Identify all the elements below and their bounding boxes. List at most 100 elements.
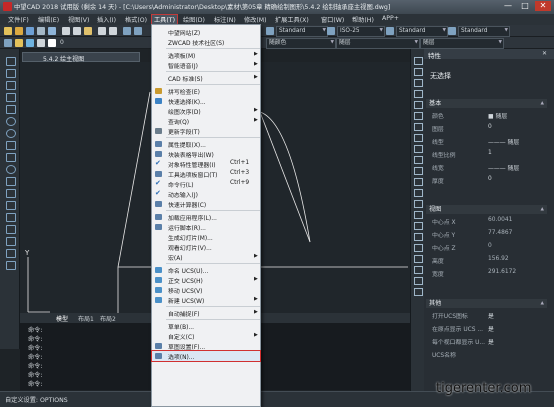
menu-modify[interactable]: 修改(M)	[244, 15, 267, 24]
section-basic[interactable]: 基本	[426, 99, 547, 108]
tools-menu-item[interactable]: 拼写检查(E)	[152, 86, 260, 96]
save-icon[interactable]	[26, 27, 34, 35]
hatch-tool-icon[interactable]	[6, 213, 16, 222]
rectangle-tool-icon[interactable]	[6, 105, 16, 114]
gradient-tool-icon[interactable]	[6, 225, 16, 234]
paste-icon[interactable]	[84, 27, 92, 35]
tools-menu-item[interactable]: 工具选项板窗口(T) Ctrl+3	[152, 169, 260, 179]
chamfer-tool-icon[interactable]	[414, 200, 423, 208]
fillet-tool-icon[interactable]	[414, 211, 423, 219]
tools-menu-item[interactable]: 快速选择(K)...	[152, 96, 260, 106]
minimize-button[interactable]: —	[500, 1, 516, 11]
tools-menu-item[interactable]: 查询(Q) ▶	[152, 116, 260, 126]
join-tool-icon[interactable]	[414, 189, 423, 197]
menu-window[interactable]: 窗口(W)	[321, 15, 344, 24]
insert-block-icon[interactable]	[6, 177, 16, 186]
close-button[interactable]: ✕	[535, 1, 551, 11]
menu-tools[interactable]: 工具(T)	[151, 14, 178, 25]
tools-menu-item[interactable]: 智能语音(J) ▶	[152, 60, 260, 70]
circle-tool-icon[interactable]	[6, 129, 16, 138]
leader-tool-icon[interactable]	[414, 288, 423, 296]
menu-insert[interactable]: 插入(I)	[97, 15, 116, 24]
tools-menu-item[interactable]: 中望网站(Z)	[152, 27, 260, 37]
lock-icon[interactable]	[37, 39, 45, 47]
tools-menu-item[interactable]: 快速计算器(C)	[152, 199, 260, 209]
extend-tool-icon[interactable]	[414, 167, 423, 175]
tab-layout1[interactable]: 布局1	[78, 314, 94, 323]
stretch-tool-icon[interactable]	[414, 145, 423, 153]
open-file-icon[interactable]	[15, 27, 23, 35]
tools-menu-item[interactable]: 草图设置(F)...	[152, 341, 260, 351]
tab-layout2[interactable]: 布局2	[100, 314, 116, 323]
tools-menu-item[interactable]: 选项(N)...	[151, 350, 261, 362]
rotate-tool-icon[interactable]	[414, 123, 423, 131]
undo-icon[interactable]	[98, 27, 106, 35]
lineweight-select[interactable]: 随层	[420, 38, 504, 49]
array-tool-icon[interactable]	[414, 101, 423, 109]
ellipse-tool-icon[interactable]	[6, 165, 16, 174]
tools-menu-item[interactable]: 运行脚本(R)...	[152, 222, 260, 232]
tools-menu-item[interactable]: 生成幻灯片(M)...	[152, 232, 260, 242]
menu-edit[interactable]: 编辑(E)	[38, 15, 59, 24]
tools-menu-item[interactable]: 选项板(M) ▶	[152, 50, 260, 60]
tools-menu-item[interactable]: 属性提取(X)...	[152, 139, 260, 149]
section-misc[interactable]: 其他	[426, 299, 547, 308]
tools-menu-item[interactable]: 块装表格导出(W)	[152, 149, 260, 159]
maximize-button[interactable]: □	[517, 1, 533, 11]
document-tab[interactable]: 5.4.2 绘主视图	[22, 52, 140, 63]
menu-view[interactable]: 视图(V)	[68, 15, 89, 24]
prop-value[interactable]: 0	[488, 124, 492, 130]
make-block-icon[interactable]	[6, 189, 16, 198]
tablestyle-select[interactable]: Standard	[396, 26, 448, 37]
tools-menu-item[interactable]: 正交 UCS(H) ▶	[152, 275, 260, 285]
copy-icon[interactable]	[73, 27, 81, 35]
menu-express-tools[interactable]: 扩展工具(X)	[275, 15, 309, 24]
trim-tool-icon[interactable]	[414, 156, 423, 164]
spline-tool-icon[interactable]	[6, 153, 16, 162]
erase-tool-icon[interactable]	[414, 57, 423, 65]
tools-menu-item[interactable]: 绘图次序(D) ▶	[152, 106, 260, 116]
polygon-tool-icon[interactable]	[6, 93, 16, 102]
tools-menu-item[interactable]: 加载应用程序(L)...	[152, 212, 260, 222]
tools-menu-item[interactable]: 移动 UCS(V)	[152, 285, 260, 295]
layer-value[interactable]: 0	[60, 39, 64, 46]
table-tool-icon[interactable]	[6, 249, 16, 258]
preview-icon[interactable]	[48, 27, 56, 35]
prop-value[interactable]: 是	[488, 311, 494, 320]
copy-tool-icon[interactable]	[414, 68, 423, 76]
menu-app-plus[interactable]: APP+	[382, 15, 399, 22]
tools-menu-item[interactable]: 自动捕捉(F) ▶	[152, 308, 260, 318]
redo-icon[interactable]	[109, 27, 117, 35]
tools-menu-item[interactable]: ZWCAD 技术社区(S)	[152, 37, 260, 47]
tools-menu-item[interactable]: 观看幻灯片(V)...	[152, 242, 260, 252]
arc-tool-icon[interactable]	[6, 117, 16, 126]
polyline-tool-icon[interactable]	[6, 81, 16, 90]
cut-icon[interactable]	[62, 27, 70, 35]
point-tool-icon[interactable]	[6, 201, 16, 210]
tools-menu-item[interactable]: 新建 UCS(W) ▶	[152, 295, 260, 305]
selection-select[interactable]: 无选择	[430, 71, 451, 81]
dim-angular-icon[interactable]	[414, 277, 423, 285]
mleaderstyle-select[interactable]: Standard	[458, 26, 510, 37]
close-panel-icon[interactable]: ✕	[542, 50, 547, 57]
offset-tool-icon[interactable]	[414, 90, 423, 98]
command-input[interactable]: 命令:	[28, 379, 42, 388]
tools-menu-item[interactable]: 命名 UCS(U)...	[152, 265, 260, 275]
tools-menu-item[interactable]: ✔ 对象特性管理器(I) Ctrl+1	[152, 159, 260, 169]
prop-value[interactable]: 0	[488, 176, 492, 182]
prop-value[interactable]: ■ 随层	[488, 111, 507, 120]
ray-tool-icon[interactable]	[6, 69, 16, 78]
revcloud-tool-icon[interactable]	[6, 141, 16, 150]
tools-menu-item[interactable]: 宏(A) ▶	[152, 252, 260, 262]
menu-format[interactable]: 格式(O)	[125, 15, 147, 24]
menu-help[interactable]: 帮助(H)	[352, 15, 374, 24]
scale-tool-icon[interactable]	[414, 134, 423, 142]
prop-value[interactable]: 是	[488, 324, 494, 333]
move-tool-icon[interactable]	[414, 112, 423, 120]
dim-aligned-icon[interactable]	[414, 244, 423, 252]
freeze-icon[interactable]	[26, 39, 34, 47]
dim-diameter-icon[interactable]	[414, 266, 423, 274]
section-view[interactable]: 视图	[426, 205, 547, 214]
zoom-icon[interactable]	[134, 27, 142, 35]
layer-manager-icon[interactable]	[4, 39, 12, 47]
